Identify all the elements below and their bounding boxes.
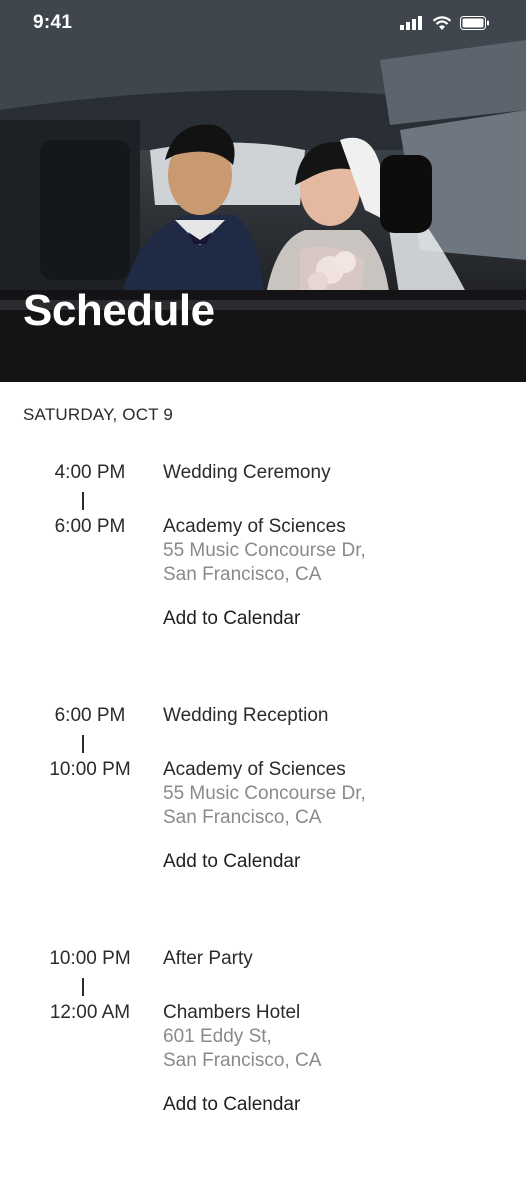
status-icons <box>400 15 490 31</box>
add-to-calendar-button[interactable]: Add to Calendar <box>163 851 300 873</box>
status-bar: 9:41 <box>0 0 526 46</box>
event-venue: Academy of Sciences <box>163 516 346 537</box>
signal-icon <box>400 16 422 30</box>
event-start-time: 6:00 PM <box>54 705 126 726</box>
event-title: Wedding Ceremony <box>163 462 331 483</box>
date-heading: SATURDAY, OCT 9 <box>23 405 174 424</box>
event-title: Wedding Reception <box>163 705 329 726</box>
event-address-line1: 55 Music Concourse Dr, <box>163 783 366 804</box>
status-time: 9:41 <box>33 12 73 33</box>
event-address-line2: San Francisco, CA <box>163 807 322 828</box>
event-end-time: 10:00 PM <box>49 759 131 780</box>
time-separator <box>82 978 84 996</box>
event-venue: Academy of Sciences <box>163 759 346 780</box>
time-separator <box>82 492 84 510</box>
event-title: After Party <box>163 948 253 969</box>
battery-icon <box>460 16 489 30</box>
add-to-calendar-button[interactable]: Add to Calendar <box>163 1094 300 1116</box>
event-address-line1: 601 Eddy St, <box>163 1026 272 1047</box>
event-venue: Chambers Hotel <box>163 1002 301 1023</box>
event-address-line2: San Francisco, CA <box>163 564 322 585</box>
event-item: 10:00 PM 12:00 AM After Party Chambers H… <box>0 948 526 1148</box>
add-to-calendar-button[interactable]: Add to Calendar <box>163 608 300 630</box>
event-end-time: 6:00 PM <box>54 516 126 537</box>
event-end-time: 12:00 AM <box>49 1002 131 1023</box>
event-item: 4:00 PM 6:00 PM Wedding Ceremony Academy… <box>0 462 526 662</box>
event-start-time: 4:00 PM <box>54 462 126 483</box>
event-address-line2: San Francisco, CA <box>163 1050 322 1071</box>
event-start-time: 10:00 PM <box>49 948 131 969</box>
event-item: 6:00 PM 10:00 PM Wedding Reception Acade… <box>0 705 526 905</box>
hero-photo-header: 9:41 Schedule <box>0 0 526 382</box>
wifi-icon <box>432 15 452 30</box>
page-title: Schedule <box>23 286 215 335</box>
time-separator <box>82 735 84 753</box>
event-address-line1: 55 Music Concourse Dr, <box>163 540 366 561</box>
